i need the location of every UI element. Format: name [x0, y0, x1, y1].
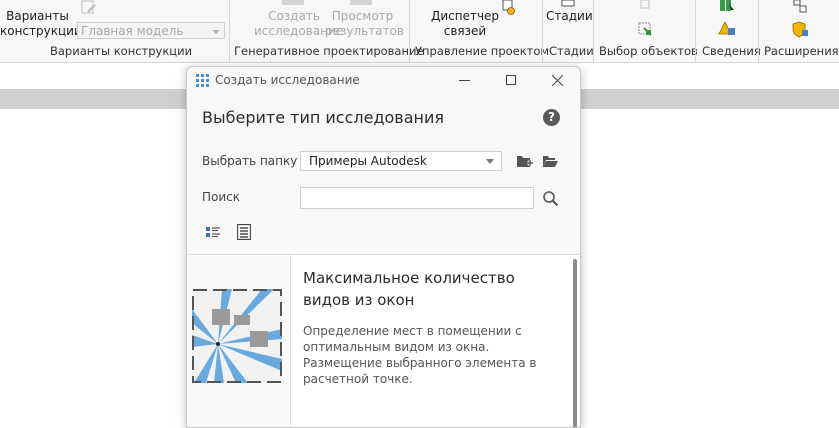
dialog-titlebar[interactable]: Создать исследование [187, 67, 580, 94]
variants-button-line1: Варианты [6, 9, 69, 23]
maximize-icon [506, 75, 516, 85]
select-icon[interactable] [638, 0, 654, 12]
close-icon [551, 74, 563, 87]
link-manager-line2: связей [443, 24, 487, 38]
view-results-button[interactable]: Просмотр результатов [325, 9, 404, 39]
grid-app-icon [196, 74, 209, 87]
divider [229, 0, 230, 62]
create-study-button[interactable]: Создать исследование [254, 9, 344, 39]
variants-button-line2: конструкции [0, 24, 82, 38]
link-manager-button[interactable]: Диспетчер связей [425, 9, 505, 39]
search-input[interactable] [300, 187, 534, 209]
dialog-heading: Выберите тип исследования [202, 108, 445, 127]
folder-select-value: Примеры Autodesk [309, 154, 427, 168]
create-study-icon [282, 0, 304, 5]
list-item-title[interactable]: Максимальное количество видов из окон [303, 267, 553, 311]
search-icon[interactable] [542, 190, 559, 207]
divider [758, 0, 759, 62]
main-model-combo[interactable]: Главная модель [77, 22, 225, 39]
extensions-icon[interactable] [791, 0, 809, 14]
create-study-line2: исследование [254, 24, 344, 38]
minimize-button[interactable] [454, 71, 474, 89]
warning-icon[interactable] [718, 21, 736, 38]
chevron-down-icon [486, 159, 494, 164]
group-label-info: Сведения [702, 44, 761, 58]
list-view-icon[interactable] [206, 226, 220, 239]
shield-icon[interactable] [791, 21, 809, 38]
folder-select[interactable]: Примеры Autodesk [300, 151, 502, 171]
create-study-line1: Создать [268, 9, 320, 23]
group-label-stages: Стадии [549, 44, 594, 58]
create-study-dialog: Создать исследование Выберите тип исслед… [186, 66, 581, 428]
view-results-line2: результатов [325, 24, 404, 38]
divider [409, 0, 410, 62]
detail-view-icon[interactable] [237, 224, 251, 240]
list-item-description: Определение мест в помещении с оптимальн… [303, 324, 537, 386]
group-label-variants: Варианты конструкции [50, 44, 193, 58]
help-icon[interactable]: ? [543, 109, 560, 126]
list-item-thumbnail-column[interactable] [187, 255, 291, 427]
select-filter-icon[interactable] [637, 21, 655, 39]
main-model-combo-value: Главная модель [81, 24, 184, 38]
group-label-generative: Генеративное проектирование [234, 44, 424, 58]
list-scrollbar[interactable] [573, 259, 577, 427]
open-folder-icon[interactable] [542, 154, 559, 168]
new-folder-icon[interactable] [516, 154, 533, 169]
group-label-extensions: Расширения [764, 44, 839, 58]
ribbon: Варианты конструкции Главная модель Вари… [0, 0, 839, 63]
view-results-icon [350, 0, 372, 5]
window-views-study-thumbnail [192, 289, 282, 383]
link-manager-line1: Диспетчер [430, 9, 500, 23]
stages-button[interactable]: Стадии [546, 9, 593, 24]
maximize-button[interactable] [501, 71, 521, 89]
info-icon[interactable] [718, 0, 736, 14]
divider [695, 0, 696, 62]
minimize-icon [458, 80, 470, 81]
study-type-list: Максимальное количество видов из окон Оп… [187, 254, 580, 427]
chevron-down-icon [212, 30, 220, 34]
variants-button[interactable]: Варианты конструкции [0, 9, 82, 39]
divider [593, 0, 594, 62]
folder-label: Выбрать папку [202, 154, 298, 168]
view-results-line1: Просмотр [331, 9, 394, 23]
close-button[interactable] [547, 71, 567, 89]
group-label-management: Управление проектом [415, 44, 550, 58]
dialog-title: Создать исследование [215, 73, 360, 87]
divider [542, 0, 543, 62]
variant-edit-icon[interactable] [80, 0, 98, 16]
stages-icon [561, 0, 575, 7]
group-label-selection: Выбор объектов [599, 44, 698, 58]
search-label: Поиск [202, 190, 241, 204]
